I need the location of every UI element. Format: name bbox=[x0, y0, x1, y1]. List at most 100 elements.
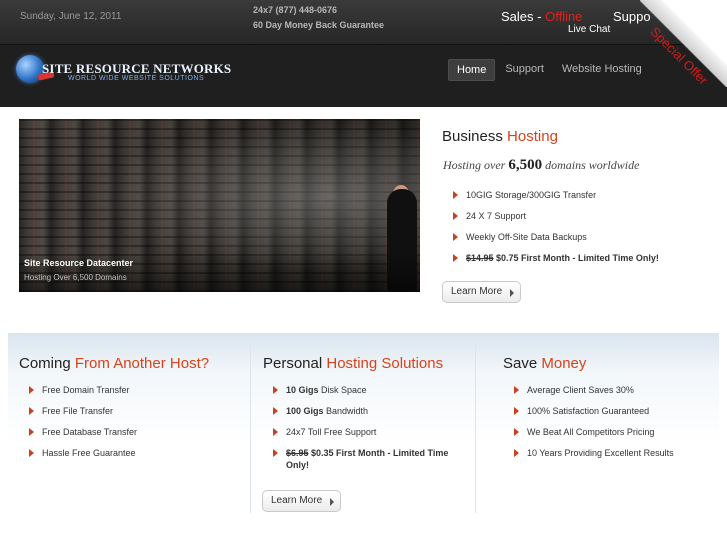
list-item: 100 Gigs Bandwidth bbox=[273, 405, 473, 426]
site-header: Sunday, June 12, 2011 24x7 (877) 448-067… bbox=[0, 0, 727, 107]
arrow-bullet-icon bbox=[273, 428, 278, 436]
old-price: $14.95 bbox=[466, 253, 494, 263]
arrow-bullet-icon bbox=[273, 449, 278, 457]
site-logo[interactable]: SITE RESOURCE NETWORKS WORLD WIDE WEBSIT… bbox=[16, 55, 231, 91]
feature-text: 10GIG Storage/300GIG Transfer bbox=[466, 190, 597, 200]
list-item: We Beat All Competitors Pricing bbox=[514, 426, 674, 447]
save-money-title: Save Money bbox=[503, 355, 586, 372]
title-plain: Personal bbox=[263, 355, 327, 372]
arrow-bullet-icon bbox=[453, 191, 458, 199]
nav-website-hosting[interactable]: Website Hosting bbox=[554, 59, 650, 81]
title-highlight: Money bbox=[541, 355, 587, 372]
page-curl-fold bbox=[640, 0, 727, 87]
arrow-bullet-icon bbox=[273, 386, 278, 394]
list-item: Free File Transfer bbox=[29, 405, 137, 426]
list-item: Hassle Free Guarantee bbox=[29, 447, 137, 468]
item-text: Free File Transfer bbox=[42, 406, 114, 416]
logo-tagline: WORLD WIDE WEBSITE SOLUTIONS bbox=[68, 75, 205, 82]
title-plain: Business bbox=[442, 128, 508, 145]
nav-support[interactable]: Support bbox=[497, 59, 552, 81]
arrow-bullet-icon bbox=[453, 233, 458, 241]
live-chat-link[interactable]: Live Chat bbox=[568, 24, 610, 35]
item-text: Hassle Free Guarantee bbox=[42, 448, 136, 458]
personal-hosting-title: Personal Hosting Solutions bbox=[263, 355, 443, 372]
play-arrow-icon bbox=[330, 498, 335, 506]
sales-offline-status: Offline bbox=[545, 9, 583, 24]
subtitle-pre: Hosting over bbox=[443, 158, 509, 172]
promo-price: $0.75 First Month - Limited Time Only! bbox=[493, 253, 659, 263]
list-item: 10 Gigs Disk Space bbox=[273, 384, 473, 405]
item-text: Free Database Transfer bbox=[42, 427, 138, 437]
item-text: 24x7 Toll Free Support bbox=[286, 427, 377, 437]
money-back-guarantee: 60 Day Money Back Guarantee bbox=[253, 20, 385, 30]
title-plain: Save bbox=[503, 355, 542, 372]
button-label: Learn More bbox=[271, 495, 323, 506]
save-money-list: Average Client Saves 30% 100% Satisfacti… bbox=[514, 384, 674, 468]
another-host-title: Coming From Another Host? bbox=[19, 355, 209, 372]
special-offer-corner[interactable] bbox=[640, 0, 727, 87]
personal-hosting-list: 10 Gigs Disk Space 100 Gigs Bandwidth 24… bbox=[273, 384, 473, 483]
personal-learn-more-button[interactable]: Learn More bbox=[262, 490, 342, 512]
sales-status[interactable]: Sales - Offline bbox=[501, 9, 582, 24]
arrow-bullet-icon bbox=[514, 449, 519, 457]
list-item: 10GIG Storage/300GIG Transfer bbox=[453, 189, 659, 210]
transfer-list: Free Domain Transfer Free File Transfer … bbox=[29, 384, 137, 468]
arrow-bullet-icon bbox=[514, 428, 519, 436]
main-nav: Home Support Website Hosting bbox=[448, 59, 652, 81]
item-text: Disk Space bbox=[318, 385, 367, 395]
title-highlight: Hosting Solutions bbox=[326, 355, 444, 372]
title-highlight: From Another Host? bbox=[74, 355, 210, 372]
business-hosting-subtitle: Hosting over 6,500 domains worldwide bbox=[443, 157, 639, 174]
item-text: 100% Satisfaction Guaranteed bbox=[527, 406, 650, 416]
list-item: 10 Years Providing Excellent Results bbox=[514, 447, 674, 468]
list-item: Weekly Off-Site Data Backups bbox=[453, 231, 659, 252]
business-learn-more-button[interactable]: Learn More bbox=[442, 281, 522, 303]
item-text: Free Domain Transfer bbox=[42, 385, 130, 395]
column-divider bbox=[250, 343, 251, 513]
top-bar: Sunday, June 12, 2011 24x7 (877) 448-067… bbox=[0, 0, 727, 45]
current-date: Sunday, June 12, 2011 bbox=[20, 11, 122, 22]
business-hosting-title: Business Hosting bbox=[442, 128, 558, 145]
list-item: 24x7 Toll Free Support bbox=[273, 426, 473, 447]
list-item: $14.95 $0.75 First Month - Limited Time … bbox=[453, 252, 659, 273]
arrow-bullet-icon bbox=[514, 407, 519, 415]
arrow-bullet-icon bbox=[29, 407, 34, 415]
old-price: $6.95 bbox=[286, 448, 309, 458]
item-text: Bandwidth bbox=[323, 406, 369, 416]
promo-price: $0.35 First Month - Limited Time bbox=[308, 448, 449, 458]
sales-label: Sales - bbox=[501, 9, 546, 24]
nav-home[interactable]: Home bbox=[448, 59, 496, 81]
button-label: Learn More bbox=[451, 286, 503, 297]
subtitle-number: 6,500 bbox=[508, 157, 543, 173]
title-highlight: Hosting bbox=[507, 128, 558, 145]
feature-text: Weekly Off-Site Data Backups bbox=[466, 232, 587, 242]
list-item: $6.95 $0.35 First Month - Limited Time On… bbox=[273, 447, 473, 483]
feature-text: 24 X 7 Support bbox=[466, 211, 527, 221]
list-item: 24 X 7 Support bbox=[453, 210, 659, 231]
item-text: We Beat All Competitors Pricing bbox=[527, 427, 655, 437]
business-features-list: 10GIG Storage/300GIG Transfer 24 X 7 Sup… bbox=[453, 189, 659, 273]
title-plain: Coming bbox=[19, 355, 75, 372]
image-caption-subtitle: Hosting Over 6,500 Domains bbox=[24, 273, 127, 282]
item-text: 10 Years Providing Excellent Results bbox=[527, 448, 674, 458]
image-caption-title: Site Resource Datacenter bbox=[24, 258, 134, 268]
list-item: 100% Satisfaction Guaranteed bbox=[514, 405, 674, 426]
subtitle-post: domains worldwide bbox=[542, 158, 640, 172]
arrow-bullet-icon bbox=[29, 386, 34, 394]
arrow-bullet-icon bbox=[514, 386, 519, 394]
list-item: Free Database Transfer bbox=[29, 426, 137, 447]
item-bold: 10 Gigs bbox=[286, 385, 319, 395]
arrow-bullet-icon bbox=[453, 254, 458, 262]
promo-price-continued: Only! bbox=[286, 460, 310, 470]
column-divider bbox=[475, 343, 476, 513]
list-item: Free Domain Transfer bbox=[29, 384, 137, 405]
arrow-bullet-icon bbox=[273, 407, 278, 415]
phone-number: 24x7 (877) 448-0676 bbox=[253, 5, 338, 15]
item-bold: 100 Gigs bbox=[286, 406, 324, 416]
item-text: Average Client Saves 30% bbox=[527, 385, 634, 395]
arrow-bullet-icon bbox=[453, 212, 458, 220]
datacenter-image: Site Resource Datacenter Hosting Over 6,… bbox=[19, 119, 420, 292]
arrow-bullet-icon bbox=[29, 449, 34, 457]
list-item: Average Client Saves 30% bbox=[514, 384, 674, 405]
play-arrow-icon bbox=[510, 289, 515, 297]
